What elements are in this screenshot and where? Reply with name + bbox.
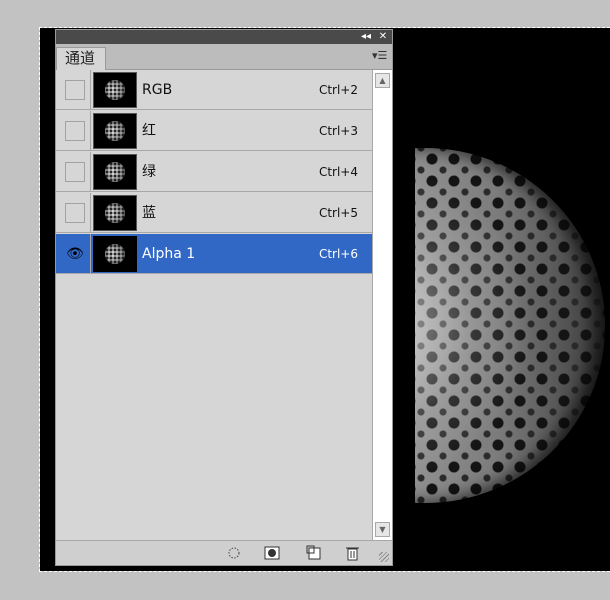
channel-name: 绿 [142, 164, 156, 180]
channel-row-red[interactable]: 红 Ctrl+3 [56, 111, 372, 151]
visibility-toggle[interactable] [65, 162, 85, 182]
close-icon[interactable]: ✕ [376, 31, 390, 43]
channel-thumbnail [93, 72, 137, 108]
channel-shortcut: Ctrl+5 [318, 206, 358, 220]
panel-tabbar: 通道 ▾☰ [56, 44, 392, 70]
channel-list: RGB Ctrl+2 红 Ctrl+3 绿 Ctrl+4 蓝 Ctrl+5 👁 [56, 70, 372, 540]
channel-name: Alpha 1 [142, 246, 196, 262]
channel-thumbnail [93, 113, 137, 149]
visibility-toggle[interactable] [65, 203, 85, 223]
canvas-image [415, 148, 610, 503]
eye-icon: 👁 [66, 246, 84, 262]
channel-shortcut: Ctrl+3 [318, 124, 358, 138]
channel-row-green[interactable]: 绿 Ctrl+4 [56, 152, 372, 192]
visibility-toggle[interactable] [65, 121, 85, 141]
scroll-up-icon[interactable]: ▲ [375, 73, 390, 88]
resize-grip[interactable] [379, 552, 389, 562]
save-selection-icon[interactable] [264, 545, 280, 561]
divider [90, 193, 91, 233]
load-selection-icon[interactable] [226, 545, 242, 561]
channel-row-rgb[interactable]: RGB Ctrl+2 [56, 70, 372, 110]
panel-titlebar: ◂◂ ✕ [56, 30, 392, 44]
panel-footer [56, 540, 392, 565]
visibility-toggle[interactable]: 👁 [65, 244, 85, 264]
panel-menu-icon[interactable]: ▾☰ [372, 49, 388, 63]
channel-thumbnail [93, 195, 137, 231]
channel-row-blue[interactable]: 蓝 Ctrl+5 [56, 193, 372, 233]
channel-thumbnail [93, 154, 137, 190]
channel-name: 红 [142, 123, 156, 139]
channels-panel: ◂◂ ✕ 通道 ▾☰ RGB Ctrl+2 红 Ctrl+3 绿 Ctrl+4 [55, 29, 393, 566]
channel-shortcut: Ctrl+6 [318, 247, 358, 261]
tab-channels[interactable]: 通道 [56, 47, 106, 70]
channel-name: 蓝 [142, 205, 156, 221]
delete-channel-icon[interactable] [344, 545, 360, 561]
divider [90, 111, 91, 151]
divider [90, 234, 91, 274]
collapse-icon[interactable]: ◂◂ [359, 31, 373, 43]
pattern-sphere [415, 148, 605, 503]
divider [90, 152, 91, 192]
visibility-toggle[interactable] [65, 80, 85, 100]
scroll-down-icon[interactable]: ▼ [375, 522, 390, 537]
channel-name: RGB [142, 82, 173, 98]
channel-shortcut: Ctrl+4 [318, 165, 358, 179]
channel-shortcut: Ctrl+2 [318, 83, 358, 97]
channel-thumbnail [93, 236, 137, 272]
scrollbar[interactable]: ▲ ▼ [372, 70, 392, 540]
channel-row-alpha-1[interactable]: 👁 Alpha 1 Ctrl+6 [56, 234, 372, 274]
divider [90, 70, 91, 110]
new-channel-icon[interactable] [306, 545, 322, 561]
